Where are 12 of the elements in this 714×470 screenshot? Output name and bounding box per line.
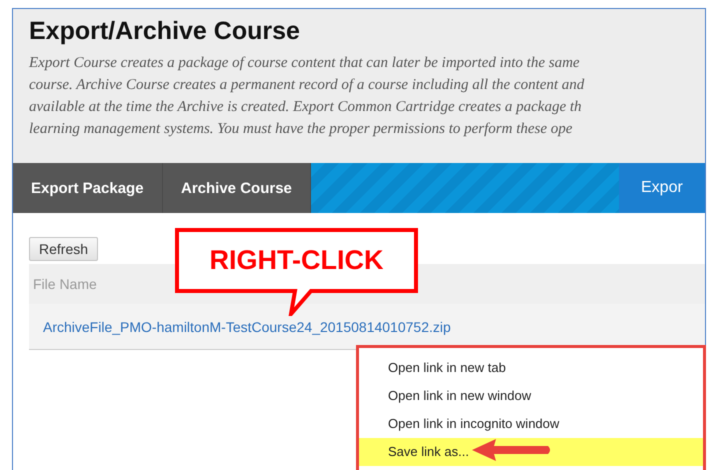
menu-item[interactable]: Open link in new tab — [359, 354, 703, 382]
tab[interactable]: Export Package — [13, 163, 163, 213]
menu-item[interactable]: Save link as... — [359, 438, 703, 466]
menu-item[interactable]: Open link in new window — [359, 382, 703, 410]
refresh-button[interactable]: Refresh — [29, 237, 98, 261]
description: Export Course creates a package of course content that can later be imported into the same course. Archive Course creates a permanent record of a course including all the content and available at the time the Archive is created. Export Common Cartridge creates a package th learning management systems. You must have the proper permissions to perform these ope — [29, 54, 586, 139]
page-title: Export/Archive Course — [29, 17, 301, 46]
column-header: File Name — [33, 276, 97, 292]
file-link[interactable]: ArchiveFile_PMO-hamiltonM-TestCourse24_20150814010752.zip — [43, 318, 451, 334]
menu-item[interactable]: Open link in incognito window — [359, 410, 703, 438]
callout-text: RIGHT-CLICK — [208, 245, 384, 276]
tab[interactable]: Archive Course — [163, 163, 311, 213]
